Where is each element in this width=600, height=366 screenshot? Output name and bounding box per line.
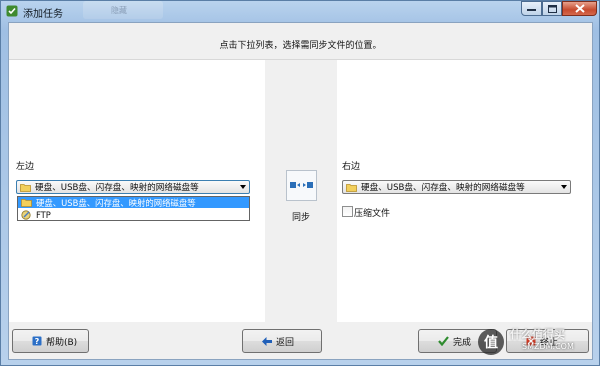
chevron-down-icon[interactable]	[561, 185, 567, 189]
back-arrow-icon	[262, 336, 272, 346]
sync-icon	[290, 182, 313, 188]
right-dropdown-value: 硬盘、USB盘、闪存盘、映射的网络磁盘等	[361, 183, 525, 193]
background-tab: 隐藏	[83, 1, 163, 19]
window-title: 添加任务	[23, 9, 63, 20]
option-label: 硬盘、USB盘、闪存盘、映射的网络磁盘等	[36, 197, 196, 208]
instruction-header: 点击下拉列表，选择需同步文件的位置。	[9, 23, 592, 60]
dropdown-option-ftp[interactable]: FTP	[18, 209, 249, 220]
title-bar[interactable]: 添加任务 隐藏	[1, 1, 599, 21]
right-label: 右边	[342, 162, 361, 172]
watermark-logo: 值	[478, 329, 504, 355]
checkmark-icon	[438, 336, 449, 346]
help-icon: ?	[32, 336, 42, 346]
instruction-text: 点击下拉列表，选择需同步文件的位置。	[219, 41, 382, 51]
right-location-dropdown[interactable]: 硬盘、USB盘、闪存盘、映射的网络磁盘等	[342, 180, 571, 194]
folder-icon	[346, 183, 357, 192]
minimize-icon	[527, 8, 536, 11]
sync-button[interactable]	[286, 170, 317, 201]
close-button[interactable]	[562, 1, 597, 16]
help-button-label: 帮助(B)	[46, 337, 78, 348]
maximize-button[interactable]	[542, 1, 562, 16]
folder-icon	[21, 199, 32, 207]
watermark-text: 什么值得买	[510, 328, 565, 341]
compress-checkbox[interactable]	[342, 206, 353, 217]
dropdown-option-local-disk[interactable]: 硬盘、USB盘、闪存盘、映射的网络磁盘等	[18, 197, 249, 208]
left-location-dropdown[interactable]: 硬盘、USB盘、闪存盘、映射的网络磁盘等	[16, 180, 250, 194]
svg-text:?: ?	[35, 337, 40, 346]
sync-label: 同步	[292, 213, 311, 223]
maximize-icon	[547, 4, 557, 13]
ftp-icon	[21, 209, 31, 220]
back-button[interactable]: 返回	[242, 329, 322, 353]
left-dropdown-value: 硬盘、USB盘、闪存盘、映射的网络磁盘等	[35, 183, 199, 193]
watermark: 值 什么值得买 SMZDM.COM	[476, 326, 596, 364]
finish-button-label: 完成	[453, 337, 472, 348]
minimize-button[interactable]	[521, 1, 542, 16]
folder-icon	[20, 183, 31, 192]
app-icon	[6, 5, 18, 17]
background-tab-label: 隐藏	[111, 6, 127, 15]
watermark-url: SMZDM.COM	[522, 342, 574, 351]
chevron-down-icon[interactable]	[240, 185, 246, 189]
app-window: 添加任务 隐藏 点击下拉列表，选择需同步文件的位置。 ? 帮助(B) 返回 完成…	[0, 0, 600, 366]
back-button-label: 返回	[276, 337, 295, 348]
help-button[interactable]: ? 帮助(B)	[12, 329, 89, 353]
option-label: FTP	[36, 209, 51, 220]
left-dropdown-list: 硬盘、USB盘、闪存盘、映射的网络磁盘等 FTP	[17, 196, 250, 221]
close-icon	[574, 4, 585, 13]
compress-label[interactable]: 压缩文件	[354, 206, 390, 219]
left-label: 左边	[16, 162, 35, 172]
